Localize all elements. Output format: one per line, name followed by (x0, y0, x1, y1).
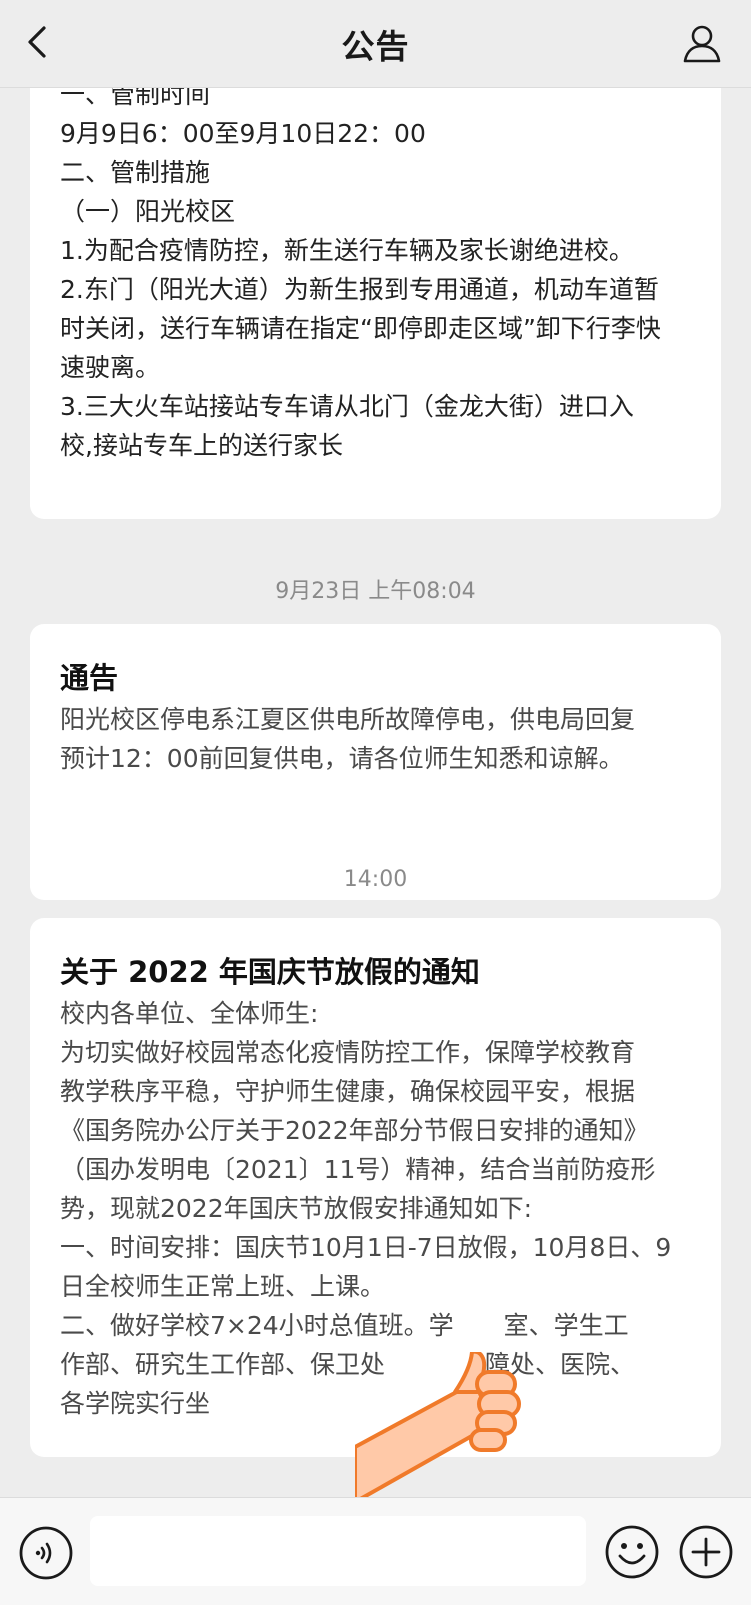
message-list[interactable]: 一、管制时间 9月9日6：00至9月10日22：00 二、管制措施 （一）阳光校… (0, 87, 751, 1497)
message-line: 校内各单位、全体师生: (60, 999, 319, 1028)
thumbs-up-icon (355, 1352, 521, 1497)
message-line: 势，现就2022年国庆节放假安排通知如下: (60, 1194, 533, 1223)
announcement-card[interactable]: 通告 阳光校区停电系江夏区供电所故障停电，供电局回复 预计12：00前回复供电，… (30, 624, 721, 900)
message-line: 3.三大火车站接站专车请从北门（金龙大街）进口入 (60, 392, 634, 421)
page-title: 公告 (341, 27, 410, 66)
announcement-title: 通告 (60, 661, 119, 695)
message-line: （一）阳光校区 (60, 197, 236, 226)
message-input[interactable] (90, 1516, 586, 1586)
message-line: （国办发明电〔2021〕11号）精神，结合当前防疫形 (60, 1155, 656, 1184)
message-line: 二、管制措施 (60, 158, 211, 187)
message-line: 一、时间安排：国庆节10月1日-7日放假，10月8日、9 (60, 1233, 672, 1262)
message-line: 教学秩序平稳，守护师生健康，确保校园平安，根据 (60, 1077, 636, 1106)
message-line: 预计12：00前回复供电，请各位师生知悉和谅解。 (60, 744, 624, 773)
message-line: 速驶离。 (60, 353, 161, 382)
announcement-title: 关于 2022 年国庆节放假的通知 (60, 955, 480, 989)
message-line: 9月9日6：00至9月10日22：00 (60, 119, 426, 148)
message-line: 校,接站专车上的送行家长 (60, 431, 343, 460)
message-line: 为切实做好校园常态化疫情防控工作，保障学校教育 (60, 1038, 636, 1067)
app-header: 公告 (0, 0, 751, 88)
message-line: 《国务院办公厅关于2022年部分节假日安排的通知》 (60, 1116, 649, 1145)
announcement-card[interactable]: 一、管制时间 9月9日6：00至9月10日22：00 二、管制措施 （一）阳光校… (30, 87, 721, 519)
message-line: 1.为配合疫情防控，新生送行车辆及家长谢绝进校。 (60, 236, 634, 265)
smiley-icon[interactable] (604, 1524, 660, 1580)
message-line: 时关闭，送行车辆请在指定“即停即走区域”卸下行李快 (60, 314, 661, 343)
message-line: 二、做好学校7×24小时总值班。学 室、学生工 (60, 1311, 629, 1340)
person-icon[interactable] (681, 22, 723, 64)
message-timestamp: 14:00 (343, 867, 408, 892)
message-line: 阳光校区停电系江夏区供电所故障停电，供电局回复 (60, 705, 636, 734)
message-line: 一、管制时间 (60, 87, 211, 109)
message-line: 2.东门（阳光大道）为新生报到专用通道，机动车道暂 (60, 275, 659, 304)
message-line: 日全校师生正常上班、上课。 (60, 1272, 386, 1301)
message-timestamp: 9月23日 上午08:04 (275, 579, 476, 604)
voice-icon[interactable] (18, 1525, 74, 1581)
plus-icon[interactable] (678, 1524, 734, 1580)
chat-input-bar (0, 1497, 751, 1605)
